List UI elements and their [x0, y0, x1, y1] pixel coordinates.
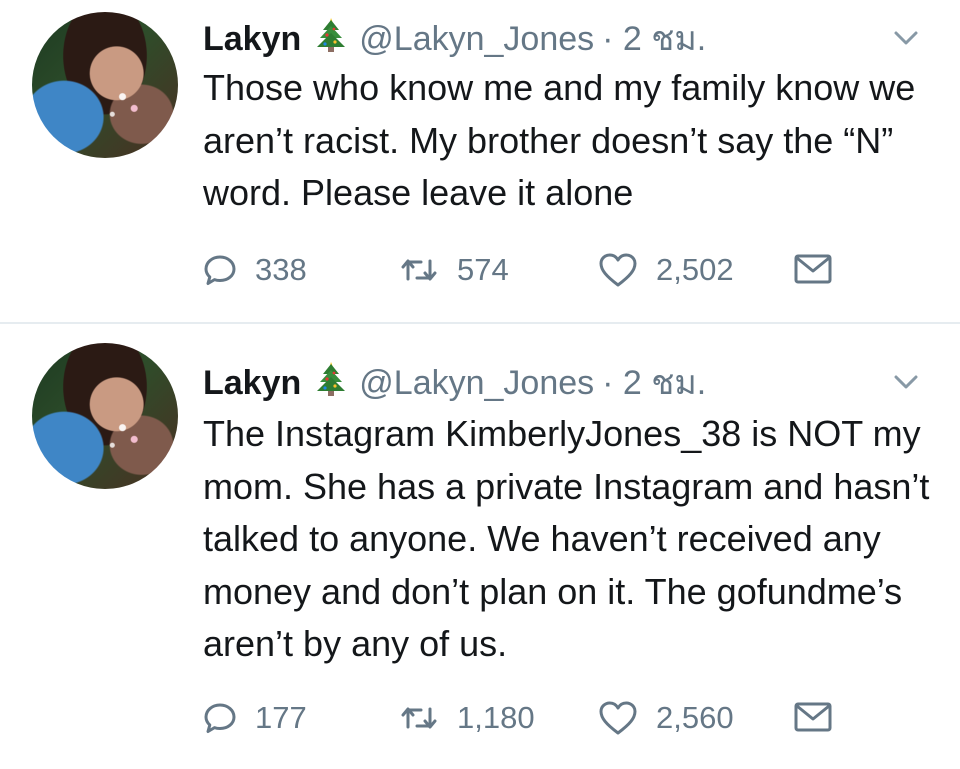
- tweet-text: Those who know me and my family know we …: [203, 67, 916, 213]
- retweet-button[interactable]: 574: [399, 252, 509, 288]
- retweet-icon: [401, 259, 437, 281]
- tweet-text: The Instagram KimberlyJones_38 is NOT my…: [203, 413, 930, 664]
- reply-icon: [204, 255, 236, 285]
- tweet[interactable]: Lakyn @Lakyn_Jones · 2 ชม. The Instagram…: [0, 323, 960, 769]
- display-name[interactable]: Lakyn: [203, 19, 301, 59]
- like-count: 2,502: [656, 252, 734, 287]
- direct-message-button[interactable]: [793, 252, 833, 286]
- reply-button[interactable]: 177: [203, 700, 307, 736]
- tweet[interactable]: Lakyn @Lakyn_Jones · 2 ชม. Those who kno…: [0, 0, 960, 322]
- tweet-header: Lakyn @Lakyn_Jones · 2 ชม.: [203, 14, 706, 63]
- direct-message-button[interactable]: [793, 700, 833, 734]
- like-button[interactable]: 2,560: [598, 700, 734, 736]
- user-handle[interactable]: @Lakyn_Jones: [359, 363, 594, 403]
- envelope-icon: [794, 254, 832, 284]
- like-button[interactable]: 2,502: [598, 252, 734, 288]
- user-handle[interactable]: @Lakyn_Jones: [359, 19, 594, 59]
- reply-count: 338: [255, 252, 307, 287]
- heart-icon: [599, 701, 637, 735]
- christmas-tree-icon: [315, 358, 347, 407]
- heart-icon: [599, 253, 637, 287]
- reply-icon: [204, 703, 236, 733]
- retweet-count: 1,180: [457, 700, 535, 735]
- chevron-down-icon[interactable]: [888, 364, 924, 400]
- retweet-button[interactable]: 1,180: [399, 700, 535, 736]
- avatar[interactable]: [32, 12, 178, 158]
- reply-count: 177: [255, 700, 307, 735]
- retweet-icon: [401, 707, 437, 729]
- display-name[interactable]: Lakyn: [203, 363, 301, 403]
- tweet-timestamp[interactable]: · 2 ชม.: [602, 363, 706, 403]
- envelope-icon: [794, 702, 832, 732]
- like-count: 2,560: [656, 700, 734, 735]
- tweet-header: Lakyn @Lakyn_Jones · 2 ชม.: [203, 358, 706, 407]
- christmas-tree-icon: [315, 14, 347, 63]
- tweet-timestamp[interactable]: · 2 ชม.: [602, 19, 706, 59]
- retweet-count: 574: [457, 252, 509, 287]
- reply-button[interactable]: 338: [203, 252, 307, 288]
- avatar[interactable]: [32, 343, 178, 489]
- chevron-down-icon[interactable]: [888, 20, 924, 56]
